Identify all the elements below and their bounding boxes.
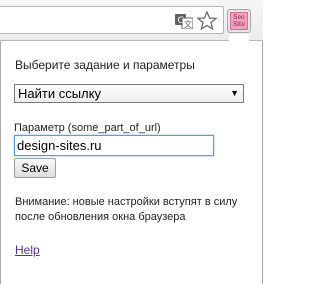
svg-text:文: 文	[184, 19, 192, 29]
notice-text: Внимание: новые настройки вступят в силу…	[15, 196, 238, 223]
task-label: Выберите задание и параметры	[15, 58, 195, 72]
chevron-down-icon: ▼	[230, 88, 239, 98]
param-label: Параметр (some_part_of_url)	[14, 122, 161, 134]
extension-button[interactable]: Seo Site	[227, 9, 251, 33]
browser-toolbar: G 文 Seo Site	[0, 0, 263, 41]
save-button[interactable]: Save	[14, 158, 56, 178]
extension-logo-icon: Seo Site	[230, 12, 248, 30]
task-select-value: Найти ссылку	[18, 86, 101, 101]
bookmark-star-icon[interactable]	[196, 10, 218, 31]
popup-arrow	[229, 34, 249, 42]
task-select[interactable]: Найти ссылку ▼	[14, 84, 244, 103]
param-input[interactable]	[14, 135, 214, 156]
help-link[interactable]: Help	[15, 243, 40, 257]
translate-icon[interactable]: G 文	[175, 13, 194, 30]
